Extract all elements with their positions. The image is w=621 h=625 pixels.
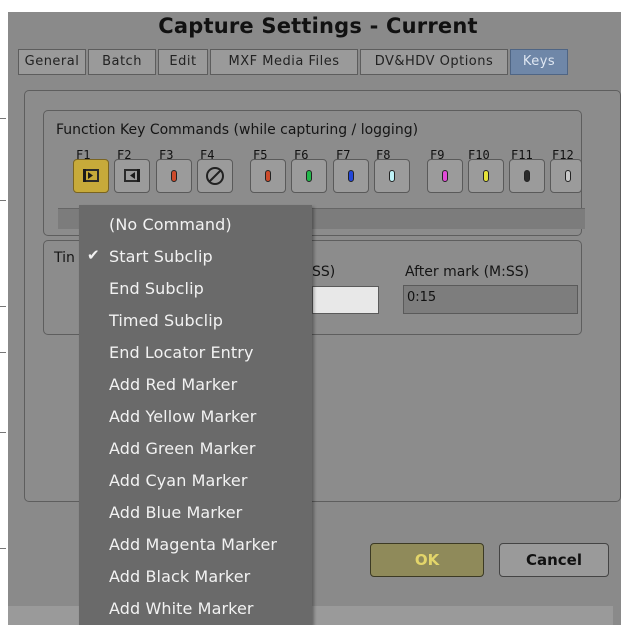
white-marker-icon [565,170,571,182]
ok-button[interactable]: OK [370,543,484,577]
red-marker-icon [171,170,177,182]
f2-key-button[interactable] [114,159,150,193]
green-marker-icon [306,170,312,182]
f5-key-button[interactable] [250,159,286,193]
before-mark-label: SS) [312,264,336,280]
menu-item-start-subclip[interactable]: ✔ Start Subclip [79,241,312,273]
after-mark-field[interactable]: 0:15 [403,285,578,314]
black-marker-icon [524,170,530,182]
start-subclip-icon [83,169,99,182]
menu-item-add-blue-marker[interactable]: Add Blue Marker [79,497,312,529]
menu-item-add-yellow-marker[interactable]: Add Yellow Marker [79,401,312,433]
menu-item-add-black-marker[interactable]: Add Black Marker [79,561,312,593]
dialog-title: Capture Settings - Current [158,14,478,38]
menu-item-label: (No Command) [109,215,232,234]
menu-item-no-command[interactable]: (No Command) [79,209,312,241]
timed-subclip-title: Tin [54,250,75,266]
menu-item-label: Add Cyan Marker [109,471,248,490]
title-bar[interactable]: Capture Settings - Current [8,12,621,44]
f8-key-button[interactable] [374,159,410,193]
menu-item-add-red-marker[interactable]: Add Red Marker [79,369,312,401]
tab-edit[interactable]: Edit [158,49,208,75]
end-subclip-icon [124,169,140,182]
f10-key-button[interactable] [468,159,504,193]
f11-key-button[interactable] [509,159,545,193]
menu-item-label: Add Red Marker [109,375,238,394]
menu-item-label: Add Yellow Marker [109,407,257,426]
cyan-marker-icon [389,170,395,182]
menu-item-end-locator-entry[interactable]: End Locator Entry [79,337,312,369]
menu-item-label: Add Green Marker [109,439,256,458]
no-command-icon [206,167,224,185]
f1-key-button[interactable] [73,159,109,193]
menu-item-label: Timed Subclip [109,311,223,330]
menu-item-add-cyan-marker[interactable]: Add Cyan Marker [79,465,312,497]
magenta-marker-icon [442,170,448,182]
menu-item-label: End Subclip [109,279,204,298]
f9-key-button[interactable] [427,159,463,193]
menu-item-add-white-marker[interactable]: Add White Marker [79,593,312,625]
menu-item-label: Add White Marker [109,599,254,618]
menu-item-label: Add Blue Marker [109,503,243,522]
f7-key-button[interactable] [333,159,369,193]
background-window-edge [0,0,8,625]
menu-item-label: Add Magenta Marker [109,535,278,554]
menu-item-label: End Locator Entry [109,343,254,362]
tab-dv-hdv-options[interactable]: DV&HDV Options [360,49,508,75]
f12-key-button[interactable] [550,159,582,193]
menu-item-end-subclip[interactable]: End Subclip [79,273,312,305]
menu-item-label: Add Black Marker [109,567,251,586]
command-dropdown-menu: (No Command) ✔ Start Subclip End Subclip… [79,205,312,625]
f4-key-button[interactable] [197,159,233,193]
blue-marker-icon [348,170,354,182]
function-key-commands-title: Function Key Commands (while capturing /… [56,122,419,138]
menu-item-add-green-marker[interactable]: Add Green Marker [79,433,312,465]
checkmark-icon: ✔ [87,246,100,264]
menu-item-label: Start Subclip [109,247,213,266]
cancel-button[interactable]: Cancel [499,543,609,577]
f6-key-button[interactable] [291,159,327,193]
menu-item-add-magenta-marker[interactable]: Add Magenta Marker [79,529,312,561]
after-mark-label: After mark (M:SS) [405,264,530,280]
tab-general[interactable]: General [18,49,86,75]
menu-item-timed-subclip[interactable]: Timed Subclip [79,305,312,337]
tab-mxf-media-files[interactable]: MXF Media Files [210,49,358,75]
yellow-marker-icon [483,170,489,182]
tab-batch[interactable]: Batch [88,49,156,75]
tab-bar: General Batch Edit MXF Media Files DV&HD… [8,44,621,90]
tab-keys[interactable]: Keys [510,49,568,75]
before-mark-field[interactable] [312,286,379,314]
red-marker-icon [265,170,271,182]
f3-key-button[interactable] [156,159,192,193]
